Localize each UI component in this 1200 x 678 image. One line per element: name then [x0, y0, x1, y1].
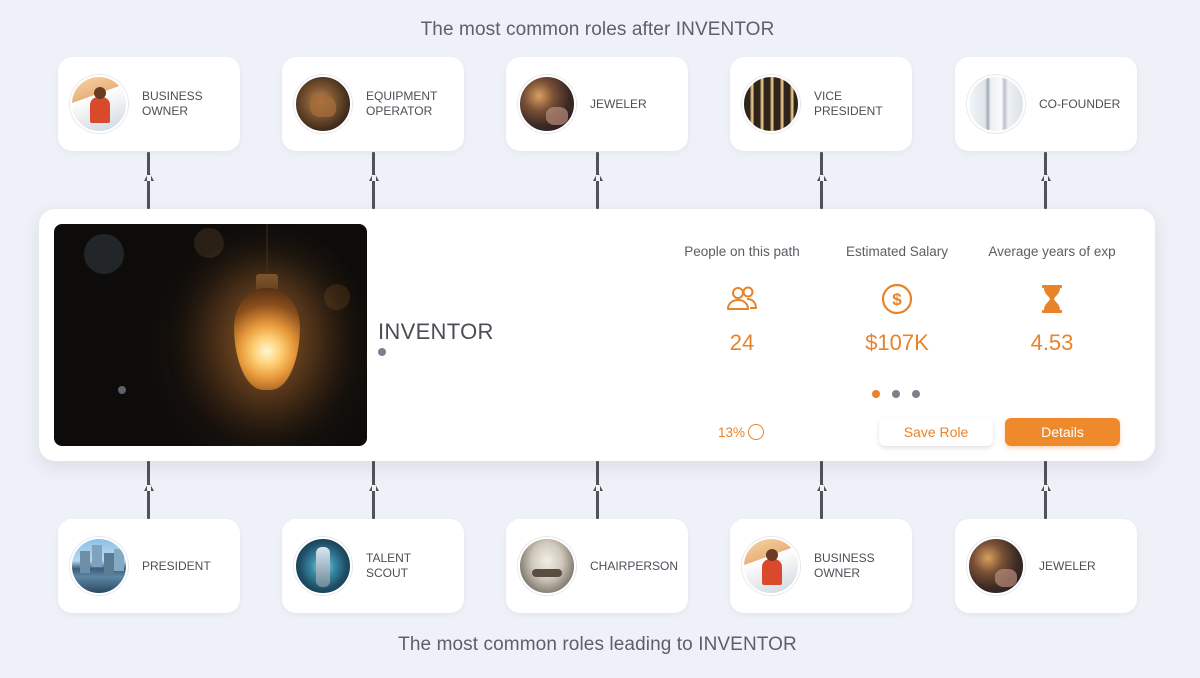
- stat-value: $107K: [865, 330, 929, 355]
- role-card-before-2[interactable]: TALENT SCOUT: [282, 519, 464, 613]
- co-founder-avatar: [967, 75, 1025, 133]
- role-card-after-1[interactable]: BUSINESS OWNER: [58, 57, 240, 151]
- role-card-before-1[interactable]: PRESIDENT: [58, 519, 240, 613]
- carousel-dot-1[interactable]: [872, 390, 880, 398]
- stat-experience: Average years of exp 4.53: [972, 244, 1132, 356]
- business-owner-avatar: [70, 75, 128, 133]
- vice-president-avatar: [742, 75, 800, 133]
- arrow-up-icon: [143, 172, 154, 181]
- arrow-up-icon: [368, 482, 379, 491]
- carousel-dots: [872, 390, 920, 398]
- carousel-dot-3[interactable]: [912, 390, 920, 398]
- role-label: JEWELER: [590, 96, 647, 111]
- svg-text:$: $: [892, 290, 902, 309]
- role-card-before-5[interactable]: JEWELER: [955, 519, 1137, 613]
- stat-salary: Estimated Salary $ $107K: [817, 244, 977, 356]
- equipment-operator-avatar: [294, 75, 352, 133]
- role-card-after-5[interactable]: CO-FOUNDER: [955, 57, 1137, 151]
- stat-label: Estimated Salary: [845, 244, 949, 259]
- arrow-up-icon: [592, 172, 603, 181]
- jeweler-avatar: [518, 75, 576, 133]
- current-role-title: INVENTOR: [378, 319, 494, 344]
- progress-ring-icon: [748, 424, 765, 440]
- arrow-up-icon: [1040, 172, 1051, 181]
- stat-label: People on this path: [684, 244, 800, 259]
- arrow-up-icon: [816, 172, 827, 181]
- dollar-icon: $: [881, 283, 913, 315]
- role-card-after-4[interactable]: VICE PRESIDENT: [730, 57, 912, 151]
- role-card-before-3[interactable]: CHAIRPERSON: [506, 519, 688, 613]
- stat-value: 4.53: [1030, 330, 1074, 355]
- role-label: CO-FOUNDER: [1039, 96, 1121, 111]
- role-label: PRESIDENT: [142, 558, 211, 573]
- role-label: CHAIRPERSON: [590, 558, 679, 573]
- stat-value: 24: [729, 330, 755, 355]
- heading-roles-before: The most common roles leading to INVENTO…: [398, 634, 797, 655]
- role-card-before-4[interactable]: BUSINESS OWNER: [730, 519, 912, 613]
- role-label: JEWELER: [1039, 558, 1096, 573]
- heading-roles-after: The most common roles after INVENTOR: [420, 19, 775, 40]
- role-label: EQUIPMENT OPERATOR: [366, 89, 438, 118]
- role-label: BUSINESS OWNER: [814, 551, 875, 580]
- match-progress: 13%: [718, 424, 765, 440]
- jeweler-avatar: [967, 537, 1025, 595]
- role-card-after-3[interactable]: JEWELER: [506, 57, 688, 151]
- arrow-up-icon: [1040, 482, 1051, 491]
- arrow-up-icon: [592, 482, 603, 491]
- carousel-dot-2[interactable]: [892, 390, 900, 398]
- arrow-up-icon: [816, 482, 827, 491]
- light-bulb-image: [54, 224, 367, 446]
- details-button[interactable]: Details: [1005, 418, 1120, 446]
- title-dot: [378, 348, 386, 356]
- arrow-up-icon: [143, 482, 154, 491]
- people-icon: [727, 286, 757, 310]
- hourglass-icon: [1042, 285, 1062, 313]
- role-label: VICE PRESIDENT: [814, 89, 883, 118]
- role-label: TALENT SCOUT: [366, 551, 412, 580]
- save-role-button[interactable]: Save Role: [879, 418, 993, 446]
- chairperson-avatar: [518, 537, 576, 595]
- business-owner-avatar: [742, 537, 800, 595]
- current-role-card: INVENTOR People on this path 24 Estimate…: [39, 209, 1155, 461]
- role-card-after-2[interactable]: EQUIPMENT OPERATOR: [282, 57, 464, 151]
- talent-scout-avatar: [294, 537, 352, 595]
- progress-text: 13%: [718, 424, 746, 440]
- stat-people: People on this path 24: [662, 244, 822, 356]
- role-label: BUSINESS OWNER: [142, 89, 203, 118]
- arrow-up-icon: [368, 172, 379, 181]
- stat-label: Average years of exp: [988, 244, 1116, 259]
- president-avatar: [70, 537, 128, 595]
